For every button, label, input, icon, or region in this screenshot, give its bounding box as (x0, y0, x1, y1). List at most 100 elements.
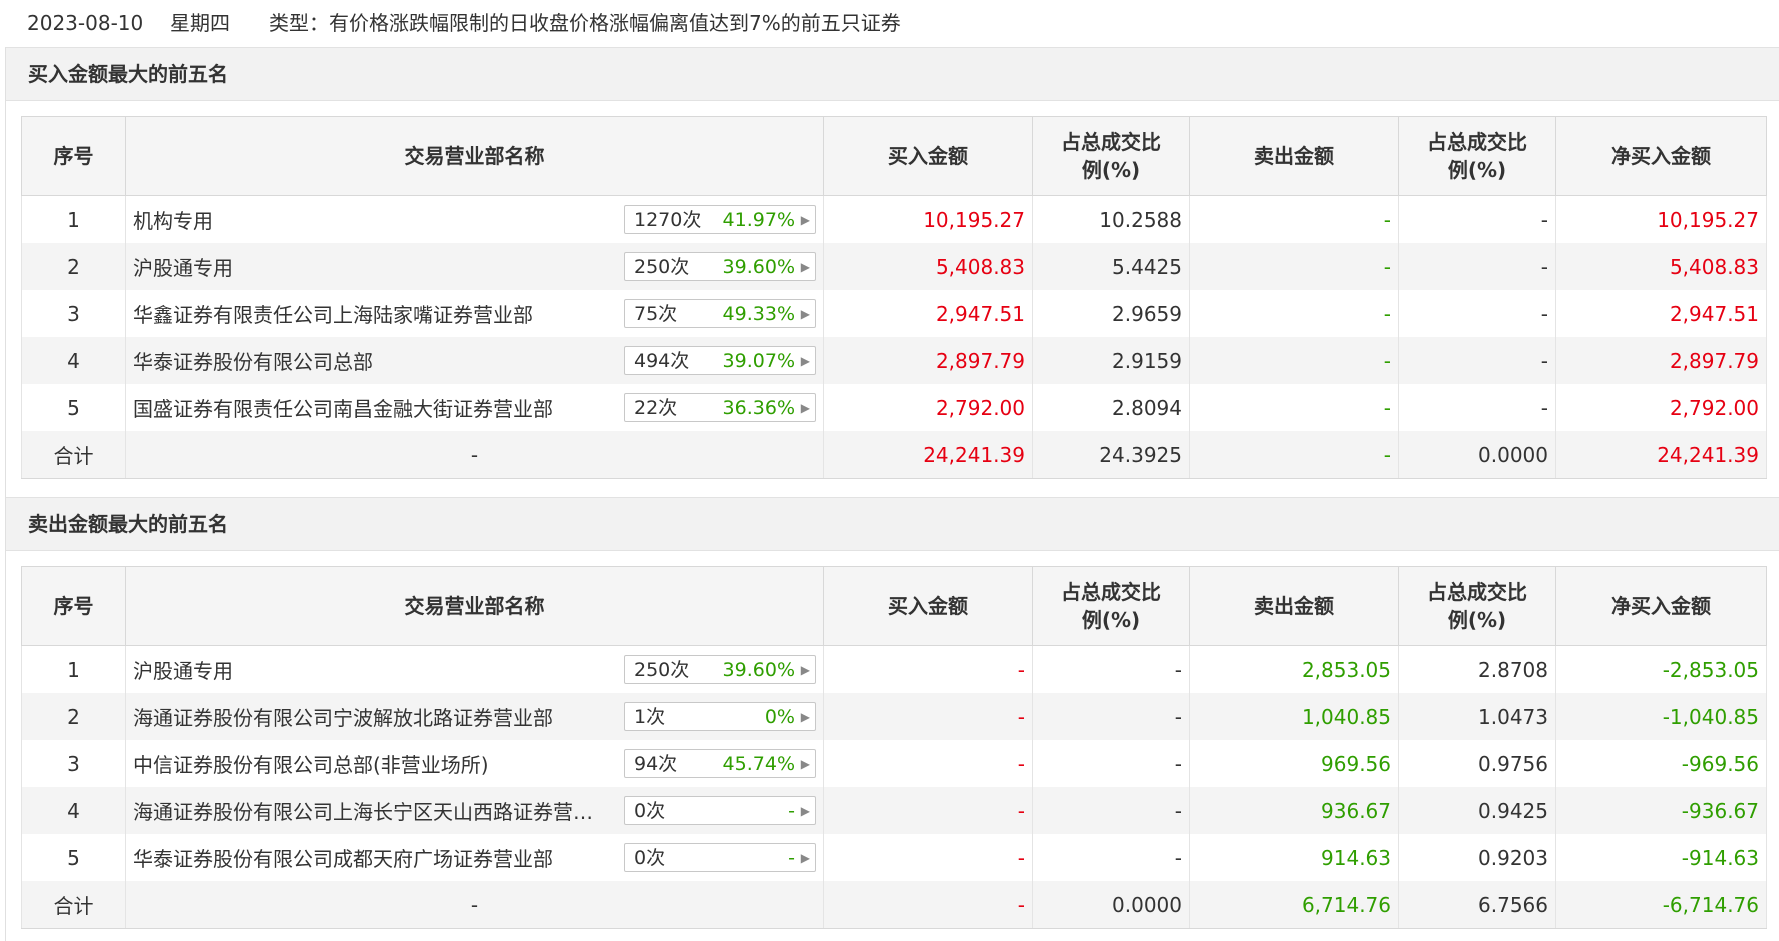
buy-ratio: - (1032, 834, 1190, 881)
net-buy-amount: -936.67 (1555, 787, 1767, 834)
row-seq: 4 (21, 337, 126, 384)
sell-amount: - (1189, 290, 1399, 337)
row-seq: 5 (21, 834, 126, 881)
table-row: 3 华鑫证券有限责任公司上海陆家嘴证券营业部 75次 49.33% ▶ 2,947.51 2… (21, 290, 1767, 337)
buy-amount: - (823, 834, 1033, 881)
branch-stats-button[interactable]: 250次 39.60% ▶ (624, 252, 816, 281)
branch-name-link[interactable]: 沪股通专用 (133, 252, 608, 281)
branch-name-link[interactable]: 华泰证券股份有限公司总部 (133, 346, 608, 375)
listing-count: 94次 (634, 753, 678, 775)
success-rate: 41.97% (722, 209, 795, 231)
success-rate: - (788, 800, 795, 822)
col-seq: 序号 (21, 566, 126, 646)
listing-count: 0次 (634, 847, 666, 869)
sell-ratio: 0.9756 (1398, 740, 1556, 787)
col-buy[interactable]: 买入金额 (823, 116, 1033, 196)
net-buy-amount: 2,897.79 (1555, 337, 1767, 384)
branch-name-link[interactable]: 国盛证券有限责任公司南昌金融大街证券营业部 (133, 393, 608, 422)
branch-stats-button[interactable]: 75次 49.33% ▶ (624, 299, 816, 328)
branch-stats-button[interactable]: 494次 39.07% ▶ (624, 346, 816, 375)
total-name: - (125, 881, 824, 929)
col-sell-pct[interactable]: 占总成交比 例(%) (1398, 116, 1556, 196)
buy-section-title: 买入金额最大的前五名 (28, 62, 228, 86)
buy-amount: - (823, 693, 1033, 740)
col-sell[interactable]: 卖出金额 (1189, 116, 1399, 196)
buy-ratio: - (1032, 645, 1190, 693)
buy-ratio: 10.2588 (1032, 195, 1190, 243)
total-sell: - (1189, 431, 1399, 479)
total-buy: - (823, 881, 1033, 929)
branch-name-cell: 国盛证券有限责任公司南昌金融大街证券营业部 22次 36.36% ▶ (125, 384, 824, 431)
col-buy[interactable]: 买入金额 (823, 566, 1033, 646)
net-buy-amount: 2,792.00 (1555, 384, 1767, 431)
col-net[interactable]: 净买入金额 (1555, 566, 1767, 646)
trade-date: 2023-08-10 (27, 11, 144, 35)
chevron-right-icon: ▶ (800, 710, 810, 724)
table-row: 4 华泰证券股份有限公司总部 494次 39.07% ▶ 2,897.79 2.9159- -… (21, 337, 1767, 384)
col-name: 交易营业部名称 (125, 116, 824, 196)
sell-amount: 914.63 (1189, 834, 1399, 881)
branch-name-link[interactable]: 海通证券股份有限公司上海长宁区天山西路证券营… (133, 796, 608, 825)
branch-name-cell: 华鑫证券有限责任公司上海陆家嘴证券营业部 75次 49.33% ▶ (125, 290, 824, 337)
buy-section-header: 买入金额最大的前五名 (6, 47, 1779, 101)
branch-name-link[interactable]: 中信证券股份有限公司总部(非营业场所) (133, 749, 608, 778)
buy-amount: 10,195.27 (823, 195, 1033, 243)
success-rate: - (788, 847, 795, 869)
col-seq: 序号 (21, 116, 126, 196)
branch-stats-button[interactable]: 0次 - ▶ (624, 796, 816, 825)
net-buy-amount: -1,040.85 (1555, 693, 1767, 740)
branch-stats-button[interactable]: 250次 39.60% ▶ (624, 655, 816, 684)
branch-name-link[interactable]: 华鑫证券有限责任公司上海陆家嘴证券营业部 (133, 299, 608, 328)
col-buy-pct[interactable]: 占总成交比 例(%) (1032, 116, 1190, 196)
sell-amount: - (1189, 337, 1399, 384)
chevron-right-icon: ▶ (800, 804, 810, 818)
table-row: 4 海通证券股份有限公司上海长宁区天山西路证券营… 0次 - ▶ - -936.67 0.94… (21, 787, 1767, 834)
net-buy-amount: -914.63 (1555, 834, 1767, 881)
buy-ratio: - (1032, 693, 1190, 740)
row-seq: 1 (21, 195, 126, 243)
net-buy-amount: 5,408.83 (1555, 243, 1767, 290)
branch-stats-button[interactable]: 0次 - ▶ (624, 843, 816, 872)
branch-name-cell: 华泰证券股份有限公司成都天府广场证券营业部 0次 - ▶ (125, 834, 824, 881)
sell-section-title: 卖出金额最大的前五名 (28, 512, 228, 536)
col-sell[interactable]: 卖出金额 (1189, 566, 1399, 646)
table-row: 1 沪股通专用 250次 39.60% ▶ - -2,853.05 2.8708 -2,853.… (21, 645, 1767, 693)
success-rate: 36.36% (722, 397, 795, 419)
total-label: 合计 (21, 431, 126, 479)
col-sell-pct[interactable]: 占总成交比 例(%) (1398, 566, 1556, 646)
buy-amount: - (823, 740, 1033, 787)
branch-stats-button[interactable]: 1270次 41.97% ▶ (624, 205, 816, 234)
buy-top5-table: 序号 交易营业部名称 买入金额 占总成交比 例(%) 卖出金额 占总成交比 例(%)… (21, 116, 1767, 479)
sell-amount: 936.67 (1189, 787, 1399, 834)
buy-ratio: 5.4425 (1032, 243, 1190, 290)
branch-name-link[interactable]: 海通证券股份有限公司宁波解放北路证券营业部 (133, 702, 608, 731)
col-net[interactable]: 净买入金额 (1555, 116, 1767, 196)
sell-amount: - (1189, 243, 1399, 290)
total-name: - (125, 431, 824, 479)
branch-stats-button[interactable]: 94次 45.74% ▶ (624, 749, 816, 778)
sell-ratio: 0.9425 (1398, 787, 1556, 834)
branch-name-cell: 机构专用 1270次 41.97% ▶ (125, 195, 824, 243)
chevron-right-icon: ▶ (800, 213, 810, 227)
branch-name-link[interactable]: 华泰证券股份有限公司成都天府广场证券营业部 (133, 843, 608, 872)
chevron-right-icon: ▶ (800, 851, 810, 865)
total-row: 合计 - -0.0000 6,714.76 6.7566 -6,714.76 (21, 881, 1767, 929)
left-divider (5, 47, 6, 941)
buy-amount: 5,408.83 (823, 243, 1033, 290)
buy-amount: 2,897.79 (823, 337, 1033, 384)
branch-name-link[interactable]: 沪股通专用 (133, 655, 608, 684)
branch-stats-button[interactable]: 1次 0% ▶ (624, 702, 816, 731)
sell-ratio: - (1398, 243, 1556, 290)
branch-name-link[interactable]: 机构专用 (133, 205, 608, 234)
total-label: 合计 (21, 881, 126, 929)
table-row: 3 中信证券股份有限公司总部(非营业场所) 94次 45.74% ▶ - -969.56 0.… (21, 740, 1767, 787)
branch-stats-button[interactable]: 22次 36.36% ▶ (624, 393, 816, 422)
buy-ratio: 2.9659 (1032, 290, 1190, 337)
listing-count: 0次 (634, 800, 666, 822)
col-buy-pct[interactable]: 占总成交比 例(%) (1032, 566, 1190, 646)
sell-ratio: - (1398, 337, 1556, 384)
buy-ratio: 2.8094 (1032, 384, 1190, 431)
branch-name-cell: 海通证券股份有限公司上海长宁区天山西路证券营… 0次 - ▶ (125, 787, 824, 834)
success-rate: 0% (764, 706, 795, 728)
total-sell: 6,714.76 (1189, 881, 1399, 929)
